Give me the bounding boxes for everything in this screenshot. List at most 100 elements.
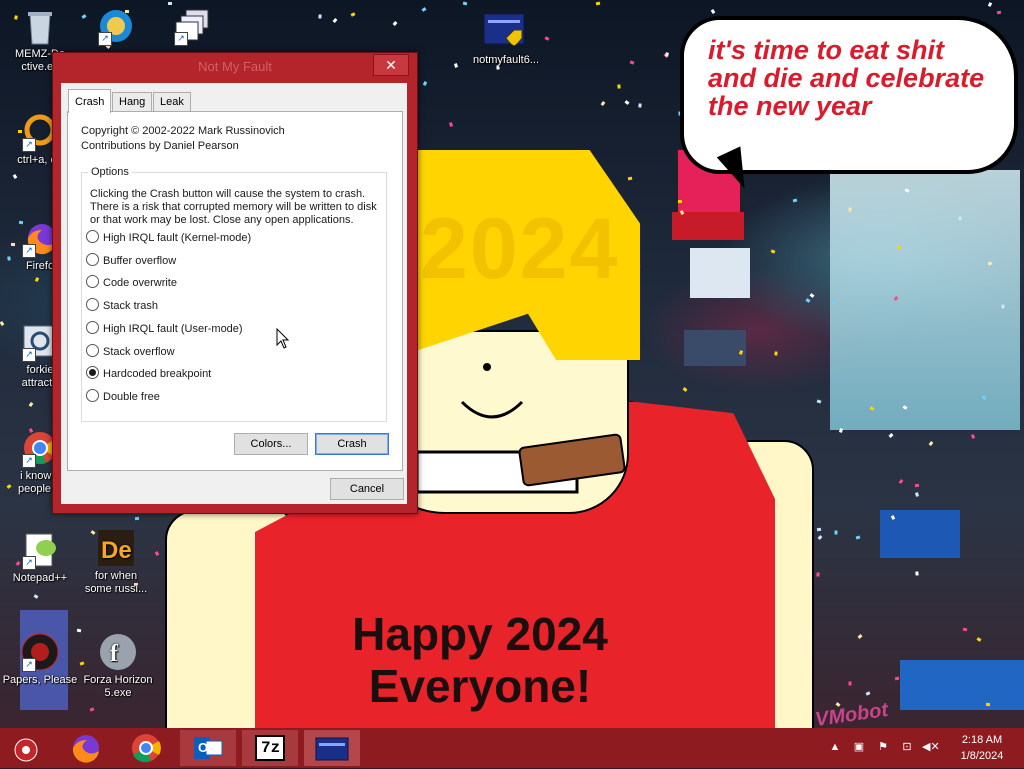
confetti-piece — [816, 527, 822, 532]
clock-time: 2:18 AM — [961, 734, 1003, 746]
options-label: Options — [88, 166, 132, 178]
taskbar-chrome[interactable] — [118, 730, 174, 766]
stacked-windows-icon: ↗ — [172, 6, 212, 46]
radio-button[interactable] — [86, 253, 99, 266]
radio-button[interactable] — [86, 275, 99, 288]
speech-bubble-line-1: it's time to eat shit — [708, 35, 944, 65]
shortcut-arrow-icon: ↗ — [98, 32, 112, 46]
shortcut-arrow-icon: ↗ — [174, 32, 188, 46]
desktop-icon-windows[interactable]: ↗ — [152, 6, 232, 48]
desktop-icon-notmyfault[interactable]: notmyfault6... — [466, 12, 546, 67]
crash-button[interactable]: Crash — [315, 433, 389, 455]
radio-label: Stack trash — [103, 300, 159, 312]
contributions-text: Contributions by Daniel Pearson — [81, 140, 239, 152]
shirt-text-line-2: Everyone! — [368, 660, 592, 712]
crash-warning-text: Clicking the Crash button will cause the… — [90, 188, 380, 227]
tab-leak[interactable]: Leak — [153, 92, 191, 112]
volume-muted-icon[interactable]: ◀✕ — [922, 740, 940, 754]
clock-date: 1/8/2024 — [960, 750, 1004, 762]
speech-bubble-text: it's time to eat shit and die and celebr… — [708, 36, 1008, 120]
confetti-piece — [914, 483, 920, 488]
radio-high-irql-kernel[interactable]: High IRQL fault (Kernel-mode) — [86, 229, 251, 247]
svg-text:De: De — [101, 537, 132, 564]
radio-button-selected[interactable] — [86, 366, 99, 379]
shirt-text: Happy 2024 Everyone! — [300, 608, 660, 712]
shortcut-arrow-icon: ↗ — [22, 556, 36, 570]
cancel-button[interactable]: Cancel — [330, 478, 404, 500]
crash-warning-line-1: Clicking the Crash button will cause the… — [90, 188, 366, 200]
radio-label: Code overwrite — [103, 277, 177, 289]
confetti-piece — [816, 572, 820, 577]
desktop-icon-forza[interactable]: f Forza Horizon 5.exe — [78, 632, 158, 700]
outlook-letter: O — [198, 740, 209, 755]
radio-double-free[interactable]: Double free — [86, 388, 160, 406]
confetti-piece — [134, 516, 140, 521]
tab-label: Leak — [160, 96, 184, 108]
edge-browser-icon: ↗ — [96, 6, 136, 46]
billboard-toshiba — [672, 212, 744, 240]
desktop-icon-label: some russi... — [84, 583, 148, 595]
hair-year-text: 2024 — [420, 201, 620, 297]
network-computer-icon[interactable]: ▣ — [852, 740, 866, 754]
billboard-tdk — [690, 248, 750, 298]
radio-stack-trash[interactable]: Stack trash — [86, 297, 158, 315]
taskbar-firefox[interactable] — [58, 730, 114, 766]
desktop-icon-papers-please[interactable]: ↗ Papers, Please — [0, 632, 80, 687]
radio-button[interactable] — [86, 344, 99, 357]
radio-button[interactable] — [86, 298, 99, 311]
radio-label: Buffer overflow — [103, 255, 177, 267]
confetti-piece — [638, 103, 642, 108]
window-title[interactable]: Not My Fault — [53, 53, 417, 81]
confetti-piece — [915, 571, 919, 576]
start-orb-icon — [14, 738, 38, 762]
radio-button[interactable] — [86, 389, 99, 402]
tab-hang[interactable]: Hang — [112, 92, 153, 112]
shirt-text-line-1: Happy 2024 — [352, 608, 608, 660]
notmyfault-window[interactable]: Not My Fault ✕ Crash Hang Leak Copyright… — [52, 52, 418, 514]
desktop-icon-label: Forza Horizon — [83, 674, 153, 686]
radio-hardcoded-breakpoint[interactable]: Hardcoded breakpoint — [86, 365, 211, 383]
desktop-icon-for-when[interactable]: De for when some russi... — [76, 528, 156, 596]
radio-buffer-overflow[interactable]: Buffer overflow — [86, 252, 176, 270]
billboard-aeropostale — [900, 660, 1024, 710]
mouse-cursor-icon — [276, 328, 290, 349]
action-center-flag-icon[interactable]: ⚑ — [876, 740, 890, 754]
firefox-icon — [72, 735, 99, 763]
radio-button[interactable] — [86, 321, 99, 334]
radio-stack-overflow[interactable]: Stack overflow — [86, 343, 175, 361]
desktop-icon-label: Papers, Please — [2, 674, 78, 686]
desktop-icon-label: for when — [94, 570, 138, 582]
network-icon[interactable]: ⊡ — [900, 740, 914, 754]
desktop-icon-label: 5.exe — [104, 687, 132, 699]
crash-tab-panel: Copyright © 2002-2022 Mark Russinovich C… — [67, 111, 403, 471]
close-icon: ✕ — [385, 57, 397, 73]
taskbar-outlook[interactable]: O — [180, 730, 236, 766]
de-app-icon: De — [96, 528, 136, 568]
crash-warning-line-2: There is a risk that corrupted memory wi… — [90, 201, 377, 213]
colors-button[interactable]: Colors... — [234, 433, 308, 455]
radio-label: Double free — [103, 391, 160, 403]
confetti-piece — [774, 351, 778, 356]
show-hidden-icons-chevron-icon[interactable]: ▲ — [828, 740, 842, 754]
radio-label: High IRQL fault (Kernel-mode) — [103, 232, 252, 244]
start-button[interactable] — [0, 730, 56, 766]
taskbar-notmyfault[interactable] — [304, 730, 360, 766]
confetti-piece — [834, 530, 838, 535]
confetti-piece — [985, 702, 991, 707]
confetti-piece — [848, 207, 852, 212]
desktop-icon-browser-edge[interactable]: ↗ — [76, 6, 156, 48]
taskbar-7zip[interactable]: 7z — [242, 730, 298, 766]
confetti-piece — [677, 199, 683, 204]
crash-warning-line-3: or that work may be lost. Close any open… — [90, 214, 354, 226]
radio-button[interactable] — [86, 230, 99, 243]
notepadpp-icon: ↗ — [20, 530, 60, 570]
taskbar-clock[interactable]: 2:18 AM 1/8/2024 — [952, 732, 1012, 764]
close-button[interactable]: ✕ — [373, 54, 409, 76]
notmyfault-icon — [483, 12, 528, 52]
radio-high-irql-user[interactable]: High IRQL fault (User-mode) — [86, 320, 243, 338]
radio-code-overwrite[interactable]: Code overwrite — [86, 274, 177, 292]
desktop-icon-notepadpp[interactable]: ↗ Notepad++ — [0, 530, 80, 585]
copyright-text: Copyright © 2002-2022 Mark Russinovich — [81, 125, 285, 137]
shortcut-arrow-icon: ↗ — [22, 138, 36, 152]
tab-crash[interactable]: Crash — [68, 89, 112, 113]
